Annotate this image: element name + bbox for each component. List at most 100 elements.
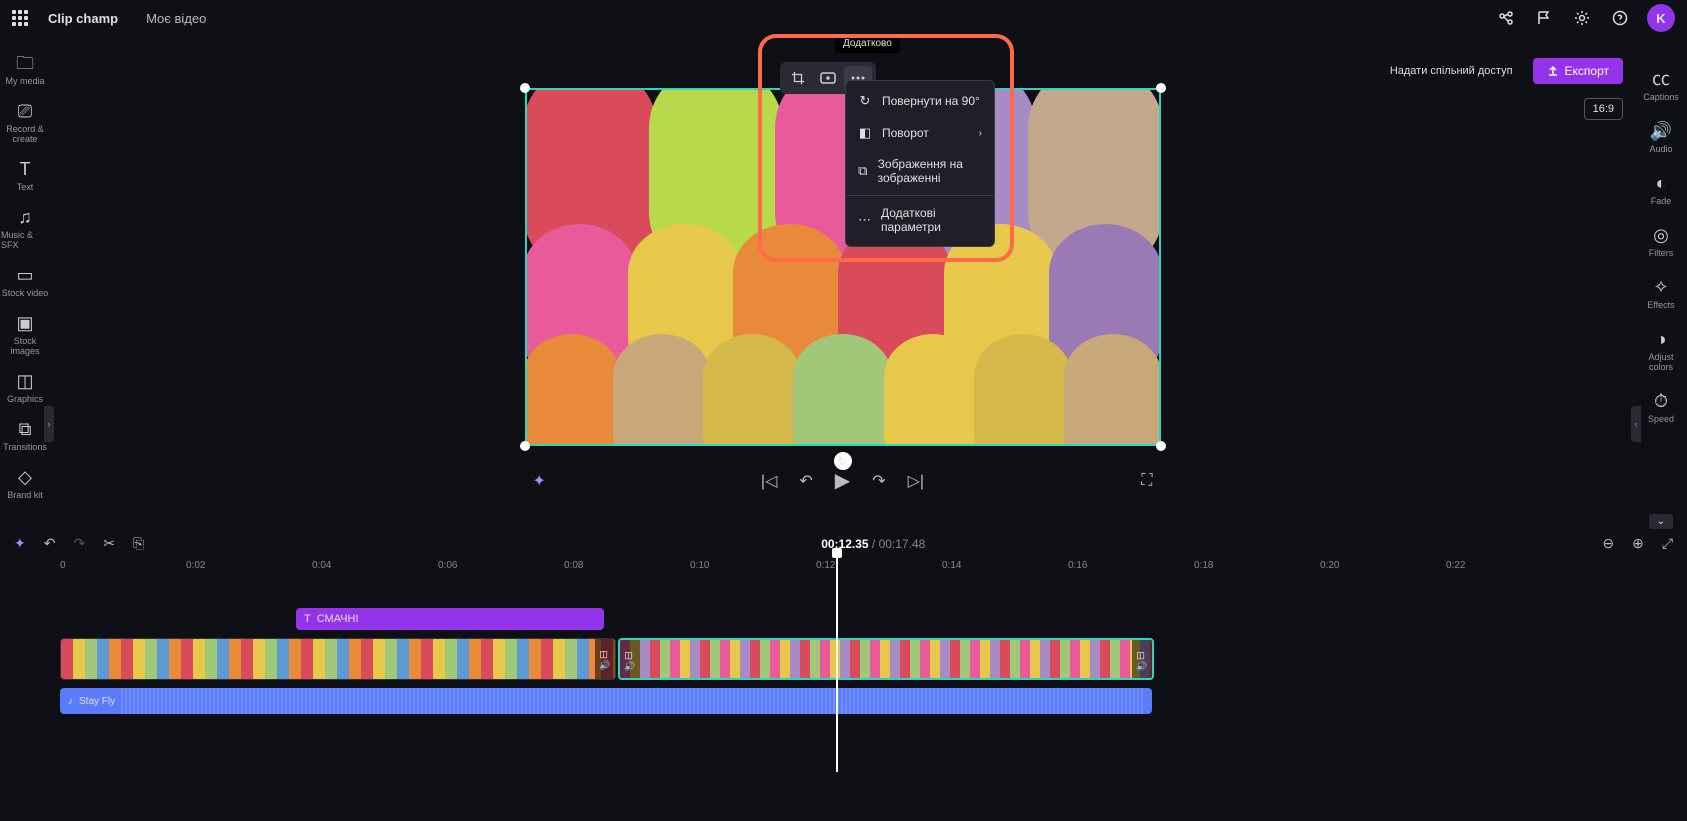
dropdown-rotate-90[interactable]: ↻ Повернути на 90° bbox=[846, 85, 994, 117]
rotate-icon: ↻ bbox=[858, 93, 872, 109]
sidebar-item-record[interactable]: ⎚Record & create bbox=[1, 94, 49, 152]
video-track: ◫🔊 ◫🔊 ◫🔊 bbox=[60, 638, 1154, 680]
sidebar-item-music[interactable]: ♫Music & SFX bbox=[1, 200, 49, 258]
folder-icon: 🗀 bbox=[16, 54, 34, 72]
sidebar-item-captions[interactable]: ㏄Captions bbox=[1637, 60, 1685, 112]
left-sidebar: 🗀My media ⎚Record & create TText ♫Music … bbox=[0, 36, 50, 512]
redo-button[interactable]: ↷ bbox=[73, 535, 85, 552]
flip-icon: ◧ bbox=[858, 125, 872, 141]
project-name[interactable]: Моє відео bbox=[146, 11, 206, 26]
brand-name: Clip champ bbox=[48, 11, 118, 26]
fullscreen-button[interactable]: ⛶ bbox=[1141, 472, 1152, 490]
player-controls: ✦ |◁ ↶ ▶ ↷ ▷| ⛶ bbox=[525, 468, 1161, 493]
dropdown-separator bbox=[846, 195, 994, 196]
sidebar-item-fade[interactable]: ◐Fade bbox=[1637, 164, 1685, 216]
sidebar-item-stock-images[interactable]: ▣Stock images bbox=[1, 306, 49, 364]
video-preview[interactable] bbox=[525, 88, 1161, 446]
skip-end-button[interactable]: ▷| bbox=[908, 471, 924, 491]
magic-button[interactable]: ✦ bbox=[14, 535, 26, 552]
sidebar-item-filters[interactable]: ◎Filters bbox=[1637, 216, 1685, 268]
music-note-icon: ♪ bbox=[68, 696, 73, 707]
sidebar-item-my-media[interactable]: 🗀My media bbox=[1, 46, 49, 94]
video-clip-1[interactable]: ◫🔊 bbox=[60, 638, 616, 680]
share-link-icon[interactable] bbox=[1491, 3, 1521, 33]
undo-button[interactable]: ↶ bbox=[44, 535, 56, 552]
preview-wrapper: ↻ bbox=[525, 88, 1161, 446]
fade-icon: ◐ bbox=[1656, 174, 1667, 192]
graphics-icon: ◫ bbox=[16, 372, 33, 390]
text-icon: T bbox=[20, 160, 31, 178]
app-header: Clip champ Моє відео K bbox=[0, 0, 1687, 36]
ai-sparkle-icon[interactable]: ✦ bbox=[533, 471, 546, 491]
timeline-toolbar: ✦ ↶ ↷ ✂ ⎘ 00:12.35 / 00:17.48 ⊖ ⊕ ⤢ bbox=[8, 531, 1679, 556]
help-icon[interactable] bbox=[1605, 3, 1635, 33]
sidebar-item-graphics[interactable]: ◫Graphics bbox=[1, 364, 49, 412]
export-button[interactable]: Експорт bbox=[1533, 58, 1623, 84]
resize-handle-bl[interactable] bbox=[520, 441, 530, 451]
music-icon: ♫ bbox=[18, 208, 32, 226]
text-clip[interactable]: T СМАЧНІ bbox=[296, 608, 604, 630]
speed-icon: ⏱ bbox=[1654, 392, 1668, 410]
user-avatar[interactable]: K bbox=[1647, 4, 1675, 32]
play-button[interactable]: ▶ bbox=[835, 468, 850, 493]
pip-icon: ⧉ bbox=[858, 163, 868, 179]
effects-icon: ✧ bbox=[1653, 278, 1668, 296]
dropdown-flip[interactable]: ◧ Поворот › bbox=[846, 117, 994, 149]
sidebar-item-brand-kit[interactable]: ◇Brand kit bbox=[1, 460, 49, 508]
timeline-panel: ⌄ ✦ ↶ ↷ ✂ ⎘ 00:12.35 / 00:17.48 ⊖ ⊕ ⤢ 0 … bbox=[0, 512, 1687, 821]
app-launcher-icon[interactable] bbox=[12, 10, 28, 26]
sidebar-item-audio[interactable]: 🔊Audio bbox=[1637, 112, 1685, 164]
playhead[interactable] bbox=[836, 552, 838, 772]
dropdown-more-params[interactable]: ⋯ Додаткові параметри bbox=[846, 198, 994, 242]
sidebar-item-transitions[interactable]: ⧉Transitions bbox=[1, 412, 49, 460]
transitions-icon: ⧉ bbox=[19, 420, 32, 438]
aspect-ratio-badge[interactable]: 16:9 bbox=[1584, 98, 1623, 120]
clip-end-controls-2[interactable]: ◫🔊 bbox=[1132, 640, 1152, 680]
split-button[interactable]: ✂ bbox=[103, 535, 115, 552]
more-options-dropdown: ↻ Повернути на 90° ◧ Поворот › ⧉ Зображе… bbox=[845, 80, 995, 247]
resize-handle-br[interactable] bbox=[1156, 441, 1166, 451]
tooltip-additional: Додатково bbox=[835, 34, 900, 53]
cc-icon: ㏄ bbox=[1652, 70, 1670, 88]
forward-button[interactable]: ↷ bbox=[872, 471, 885, 491]
waveform bbox=[121, 688, 1144, 714]
text-icon: T bbox=[304, 613, 311, 625]
zoom-in-button[interactable]: ⊕ bbox=[1632, 535, 1644, 552]
clip-start-controls[interactable]: ◫🔊 bbox=[620, 640, 640, 680]
fit-timeline-button[interactable]: ⤢ bbox=[1662, 535, 1673, 552]
resize-handle-tl[interactable] bbox=[520, 83, 530, 93]
skip-start-button[interactable]: |◁ bbox=[761, 471, 777, 491]
chevron-right-icon: › bbox=[979, 128, 982, 139]
audio-clip[interactable]: ♪ Stay Fly bbox=[60, 688, 1152, 714]
sidebar-item-adjust-colors[interactable]: ◑Adjust colors bbox=[1637, 320, 1685, 382]
clip-end-controls[interactable]: ◫🔊 bbox=[595, 639, 615, 680]
zoom-out-button[interactable]: ⊖ bbox=[1602, 535, 1614, 552]
settings-icon[interactable] bbox=[1567, 3, 1597, 33]
top-actions: Надати спільний доступ Експорт bbox=[1378, 58, 1623, 84]
sidebar-item-effects[interactable]: ✧Effects bbox=[1637, 268, 1685, 320]
crop-button[interactable] bbox=[784, 66, 812, 90]
fit-button[interactable] bbox=[814, 66, 842, 90]
resize-handle-tr[interactable] bbox=[1156, 83, 1166, 93]
right-rail-expand[interactable]: ‹ bbox=[1631, 406, 1641, 442]
canvas-area: Додатково ↻ Повернути на 90° ◧ Поворот › bbox=[50, 36, 1635, 512]
timeline-ruler[interactable]: 0 0:02 0:04 0:06 0:08 0:10 0:12 0:14 0:1… bbox=[60, 556, 1679, 580]
adjust-icon: ◑ bbox=[1656, 330, 1667, 348]
speaker-icon: 🔊 bbox=[1650, 122, 1672, 140]
flag-icon[interactable] bbox=[1529, 3, 1559, 33]
rewind-button[interactable]: ↶ bbox=[799, 471, 812, 491]
brand-icon: ◇ bbox=[18, 468, 32, 486]
dots-icon: ⋯ bbox=[858, 212, 871, 228]
sidebar-item-stock-video[interactable]: ▭Stock video bbox=[1, 258, 49, 306]
camera-icon: ⎚ bbox=[18, 102, 32, 120]
dropdown-pip[interactable]: ⧉ Зображення на зображенні bbox=[846, 149, 994, 193]
duplicate-button[interactable]: ⎘ bbox=[133, 535, 144, 552]
timeline-collapse-button[interactable]: ⌄ bbox=[1649, 514, 1673, 529]
sidebar-item-text[interactable]: TText bbox=[1, 152, 49, 200]
share-button[interactable]: Надати спільний доступ bbox=[1378, 59, 1525, 83]
filters-icon: ◎ bbox=[1653, 226, 1669, 244]
image-icon: ▣ bbox=[16, 314, 33, 332]
video-icon: ▭ bbox=[16, 266, 33, 284]
sidebar-item-speed[interactable]: ⏱Speed bbox=[1637, 382, 1685, 434]
video-clip-2-selected[interactable]: ◫🔊 ◫🔊 bbox=[618, 638, 1154, 680]
